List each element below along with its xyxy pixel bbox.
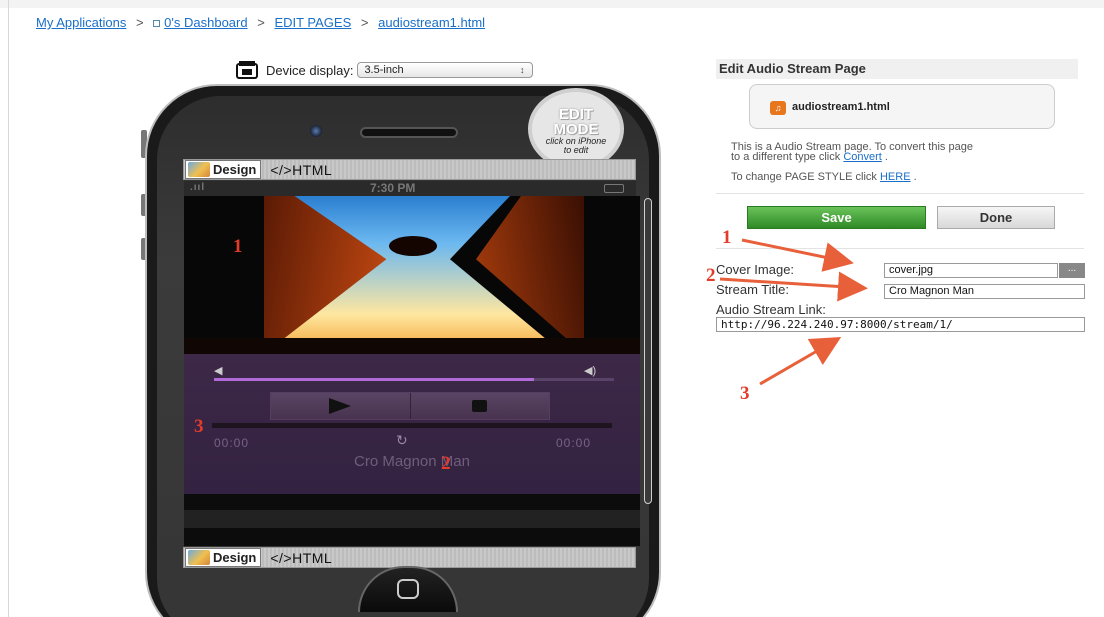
film-icon [236,61,258,79]
volume-slider-fill [214,378,534,381]
play-icon [329,398,352,414]
status-time: 7:30 PM [370,181,416,195]
tab-html[interactable]: </>HTML [270,162,332,178]
cover-figure [389,236,437,256]
editor-tab-bar-bottom: Design </>HTML [183,547,636,568]
battery-icon [604,184,624,193]
here-link[interactable]: HERE [880,171,911,183]
breadcrumb-separator: > [360,15,369,30]
cover-image[interactable] [184,196,640,354]
annotation-3-phone: 3 [194,416,204,437]
top-band [0,0,1104,8]
panel-title: Edit Audio Stream Page [716,59,1078,79]
elapsed-time: 00:00 [214,436,250,450]
phone-status-bar: .ııl 7:30 PM [184,181,636,196]
breadcrumb-current-page[interactable]: audiostream1.html [378,15,485,30]
breadcrumb: My Applications > 0's Dashboard > EDIT P… [36,15,485,30]
repeat-icon[interactable]: ↻ [396,432,408,449]
volume-slider[interactable] [214,378,614,381]
file-box: ♫ audiostream1.html [749,84,1055,129]
tab-html[interactable]: </>HTML [270,550,332,566]
design-icon [188,162,210,177]
breadcrumb-dashboard[interactable]: 0's Dashboard [164,15,247,30]
annotation-1-panel: 1 [722,227,732,248]
design-icon [188,550,210,565]
browse-button[interactable]: ... [1059,263,1085,278]
annotation-1-phone: 1 [233,236,243,257]
breadcrumb-my-applications[interactable]: My Applications [36,15,126,30]
breadcrumb-separator: > [135,15,144,30]
page-style-info: To change PAGE STYLE click HERE . [731,171,917,183]
edit-mode-badge: EDIT MODE click on iPhone to edit [524,92,628,166]
player-controls [270,392,550,420]
volume-high-icon: ◀) [584,365,597,377]
tab-design[interactable]: Design [185,548,262,567]
progress-bar[interactable] [212,423,612,428]
left-border [8,0,9,617]
stream-title-display: Cro Magnon Man [354,453,470,470]
screen-scrollbar[interactable] [644,198,652,504]
signal-icon: .ııl [190,182,206,193]
dashboard-icon [153,19,161,27]
volume-low-icon: ◀ [214,365,223,377]
device-display-select[interactable]: 3.5-inch ↕ [357,62,534,78]
breadcrumb-separator: > [257,15,265,30]
phone-speaker [360,127,458,138]
cover-ground [184,338,640,354]
stop-button[interactable] [411,393,550,419]
tab-design-label: Design [213,162,257,177]
page-type-info-2: to a different type click Convert . [731,151,888,163]
cover-image-field[interactable]: cover.jpg [884,263,1058,278]
annotation-2-panel: 2 [706,265,716,286]
file-name: audiostream1.html [792,101,890,113]
screen-bottom [184,494,640,546]
play-button[interactable] [271,393,411,419]
audio-file-icon: ♫ [770,101,786,115]
stream-title-field[interactable]: Cro Magnon Man [884,284,1085,299]
select-arrows-icon: ↕ [519,65,525,75]
audio-player: ◀ ◀) 00:00 ↻ 00:00 Cro Magnon Man [184,354,640,494]
home-square-icon [397,579,419,599]
screen-bottom-band [184,510,640,528]
convert-link[interactable]: Convert [843,151,882,163]
annotation-arrows [719,238,868,386]
tab-design[interactable]: Design [185,160,262,179]
divider [716,193,1084,194]
annotation-3-panel: 3 [740,383,750,404]
breadcrumb-edit-pages[interactable]: EDIT PAGES [274,15,351,30]
annotation-2-phone: 2 [441,453,451,474]
device-display-row: Device display: 3.5-inch ↕ [236,59,534,81]
done-button[interactable]: Done [937,206,1055,229]
stop-icon [472,400,488,412]
device-display-label: Device display: [266,62,354,78]
total-time: 00:00 [556,436,592,450]
tab-design-label: Design [213,550,257,565]
editor-tab-bar-top: Design </>HTML [183,159,636,180]
phone-camera-icon [310,125,322,137]
badge-hint-text: click on iPhone to edit [545,136,607,155]
device-display-value: 3.5-inch [364,64,404,76]
